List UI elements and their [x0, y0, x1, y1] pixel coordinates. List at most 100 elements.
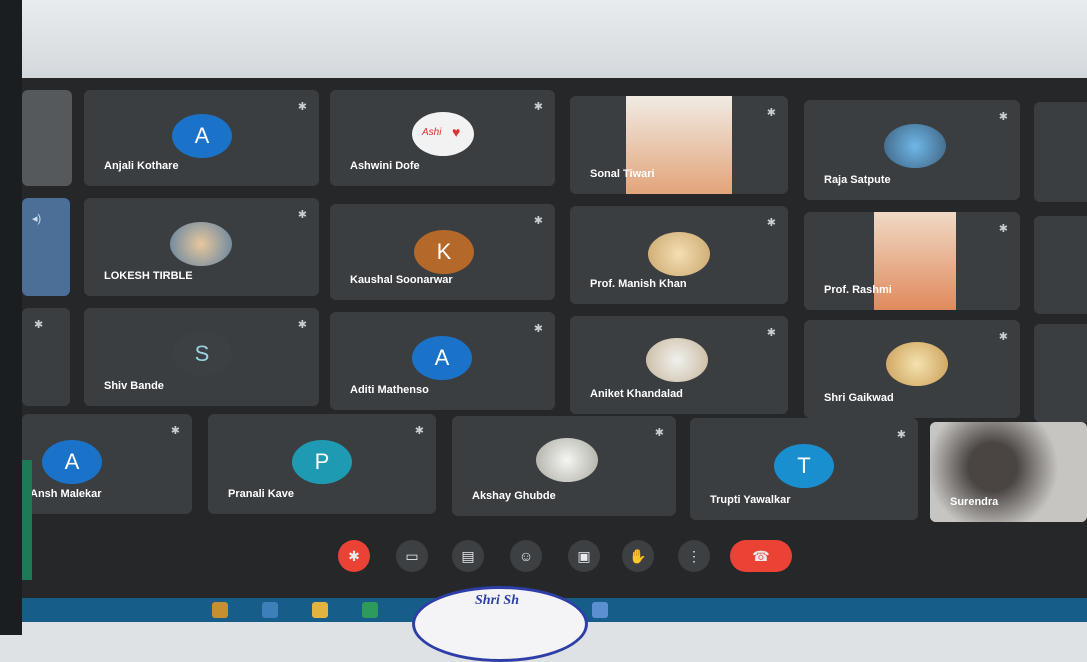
participant-tile[interactable]: S ✱ Shiv Bande — [84, 308, 319, 406]
app-icon[interactable] — [362, 602, 378, 618]
seal-stamp: Shri Sh — [412, 586, 588, 662]
mic-off-icon: ✱ — [414, 425, 424, 437]
mic-off-icon: ✱ — [766, 327, 776, 339]
participant-tile[interactable]: ✱ Aniket Khandalad — [570, 316, 788, 414]
participant-tile[interactable]: ✱ Prof. Manish Khan — [570, 206, 788, 304]
participant-tile[interactable]: A ✱ Anjali Kothare — [84, 90, 319, 186]
participant-tile[interactable]: A ✱ Ansh Malekar — [22, 414, 192, 514]
participant-tile[interactable]: T ✱ Trupti Yawalkar — [690, 418, 918, 520]
call-end-icon: ☎ — [752, 547, 770, 564]
present-button[interactable]: ▣ — [568, 540, 600, 572]
participant-avatar: S — [172, 332, 232, 376]
mic-off-icon: ✱ — [766, 217, 776, 229]
participant-name: Shiv Bande — [104, 380, 164, 392]
participant-tile[interactable]: P ✱ Pranali Kave — [208, 414, 436, 514]
participant-tile[interactable]: ✱ Shri Gaikwad — [804, 320, 1020, 418]
browser-top-area — [0, 0, 1087, 78]
participant-tile[interactable]: Ashi ♥ ✱ Ashwini Dofe — [330, 90, 555, 186]
leave-call-button[interactable]: ☎ — [730, 540, 792, 572]
present-icon: ▣ — [577, 547, 591, 564]
participant-tile[interactable] — [1034, 216, 1087, 314]
app-icon[interactable] — [592, 602, 608, 618]
mic-off-button[interactable]: ✱ — [338, 540, 370, 572]
participant-tile[interactable] — [1034, 102, 1087, 202]
participant-photo — [884, 124, 946, 168]
emoji-button[interactable]: ☺ — [510, 540, 542, 572]
participant-tile[interactable]: ✱ Sonal Tiwari — [570, 96, 788, 194]
mic-off-icon: ✱ — [998, 223, 1008, 235]
app-icon[interactable] — [262, 602, 278, 618]
participant-tile[interactable]: ✱ Prof. Rashmi — [804, 212, 1020, 310]
participant-tile[interactable]: ✱ LOKESH TIRBLE — [84, 198, 319, 296]
mic-off-icon: ✱ — [297, 209, 307, 221]
participant-tile[interactable]: ◂) — [22, 198, 70, 296]
participant-name: Anjali Kothare — [104, 160, 179, 172]
mic-off-icon: ✱ — [998, 331, 1008, 343]
participant-name: LOKESH TIRBLE — [104, 270, 193, 282]
participant-photo — [646, 338, 708, 382]
participant-photo — [648, 232, 710, 276]
participant-name: Akshay Ghubde — [472, 490, 556, 502]
participant-avatar: K — [414, 230, 474, 274]
participant-name: Raja Satpute — [824, 174, 891, 186]
participant-photo — [170, 222, 232, 266]
more-vert-icon: ⋮ — [687, 547, 701, 564]
participant-name: Ansh Malekar — [30, 488, 102, 500]
captions-icon: ▤ — [461, 547, 475, 564]
monitor-bezel — [0, 0, 22, 635]
participant-name: Trupti Yawalkar — [710, 494, 791, 506]
mic-off-icon: ✱ — [348, 547, 360, 564]
participant-tile[interactable]: K ✱ Kaushal Soonarwar — [330, 204, 555, 300]
participant-tile[interactable] — [1034, 324, 1087, 422]
participant-name: Aniket Khandalad — [590, 388, 683, 400]
mic-off-icon: ✱ — [533, 101, 543, 113]
meeting-grid: A ✱ Anjali Kothare Ashi ♥ ✱ Ashwini Dofe… — [22, 78, 1087, 598]
participant-tile[interactable]: Surendra — [930, 422, 1087, 522]
hand-icon: ✋ — [629, 547, 647, 564]
meeting-control-bar: ✱ ▭ ▤ ☺ ▣ ✋ ⋮ ☎ — [22, 518, 1087, 598]
captions-button[interactable]: ▤ — [452, 540, 484, 572]
participant-photo — [886, 342, 948, 386]
mic-off-icon: ✱ — [170, 425, 180, 437]
mic-off-icon: ✱ — [766, 107, 776, 119]
heart-icon: ♥ — [452, 124, 461, 140]
participant-name: Sonal Tiwari — [590, 168, 655, 180]
participant-name: Kaushal Soonarwar — [350, 274, 453, 286]
mic-off-icon: ✱ — [297, 101, 307, 113]
participant-name: Prof. Rashmi — [824, 284, 892, 296]
audio-icon: ◂) — [32, 213, 42, 225]
participant-name: Prof. Manish Khan — [590, 278, 687, 290]
participant-name: Aditi Mathenso — [350, 384, 429, 396]
participant-tile[interactable]: ✱ Raja Satpute — [804, 100, 1020, 200]
camera-button[interactable]: ▭ — [396, 540, 428, 572]
mic-off-icon: ✱ — [297, 319, 307, 331]
camera-icon: ▭ — [405, 547, 419, 564]
participant-tile[interactable]: A ✱ Aditi Mathenso — [330, 312, 555, 410]
app-icon[interactable] — [212, 602, 228, 618]
window-edge — [22, 460, 32, 580]
participant-tile[interactable] — [22, 90, 72, 186]
mic-off-icon: ✱ — [34, 319, 44, 331]
mic-off-icon: ✱ — [533, 323, 543, 335]
participant-name: Shri Gaikwad — [824, 392, 894, 404]
mic-off-icon: ✱ — [654, 427, 664, 439]
mic-off-icon: ✱ — [998, 111, 1008, 123]
participant-tile[interactable]: ✱ — [22, 308, 70, 406]
participant-photo: Ashi ♥ — [412, 112, 474, 156]
more-options-button[interactable]: ⋮ — [678, 540, 710, 572]
participant-name: Ashwini Dofe — [350, 160, 420, 172]
participant-avatar: P — [292, 440, 352, 484]
participant-avatar: A — [172, 114, 232, 158]
participant-avatar: A — [42, 440, 102, 484]
raise-hand-button[interactable]: ✋ — [622, 540, 654, 572]
participant-avatar: A — [412, 336, 472, 380]
photo-caption: Ashi — [422, 127, 442, 138]
app-icon[interactable] — [312, 602, 328, 618]
mic-off-icon: ✱ — [533, 215, 543, 227]
participant-name: Pranali Kave — [228, 488, 295, 500]
emoji-icon: ☺ — [518, 548, 534, 564]
mic-off-icon: ✱ — [896, 429, 906, 441]
participant-name: Surendra — [950, 496, 999, 508]
participant-avatar: T — [774, 444, 834, 488]
participant-tile[interactable]: ✱ Akshay Ghubde — [452, 416, 676, 516]
